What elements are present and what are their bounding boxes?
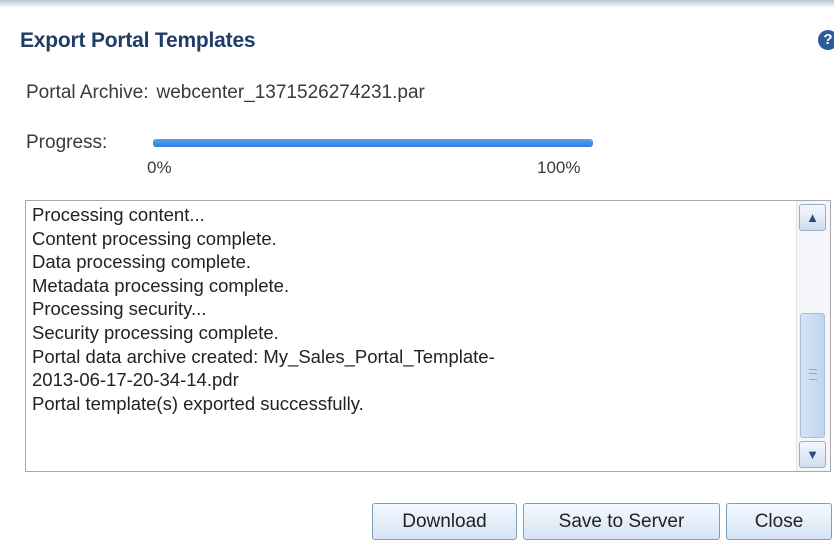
log-line: 2013-06-17-20-34-14.pdr xyxy=(32,369,239,391)
download-button[interactable]: Download xyxy=(372,503,517,540)
log-line: Security processing complete. xyxy=(32,321,279,343)
dialog-title: Export Portal Templates xyxy=(20,29,256,52)
log-line: Data processing complete. xyxy=(32,251,252,273)
portal-archive-value: webcenter_1371526274231.par xyxy=(156,82,425,103)
log-line: Processing content... xyxy=(32,204,205,225)
log-text: Processing content... Content processing… xyxy=(32,203,794,415)
log-line: Processing security... xyxy=(32,298,207,320)
scrollbar-thumb[interactable] xyxy=(800,313,825,438)
portal-archive-row: Portal Archive: webcenter_1371526274231.p… xyxy=(26,82,425,104)
log-line: Content processing complete. xyxy=(32,227,277,249)
log-line: Portal template(s) exported successfully… xyxy=(32,392,364,414)
grip-icon xyxy=(809,369,817,380)
progress-bar-fill xyxy=(153,139,593,147)
save-to-server-button[interactable]: Save to Server xyxy=(523,503,720,540)
portal-archive-label: Portal Archive: xyxy=(26,82,149,103)
scroll-down-icon[interactable]: ▼ xyxy=(799,441,826,468)
progress-min-label: 0% xyxy=(147,158,172,177)
log-line: Portal data archive created: My_Sales_Po… xyxy=(32,345,495,367)
close-button[interactable]: Close xyxy=(726,503,832,540)
log-line: Metadata processing complete. xyxy=(32,274,290,296)
help-icon[interactable]: ? xyxy=(818,30,834,50)
progress-max-label: 100% xyxy=(537,158,581,177)
log-textarea[interactable]: Processing content... Content processing… xyxy=(25,200,831,472)
progress-label: Progress: xyxy=(26,132,108,153)
scroll-up-icon[interactable]: ▲ xyxy=(799,204,826,231)
top-border xyxy=(0,0,834,8)
progress-bar xyxy=(153,139,593,147)
log-scrollbar[interactable]: ▲ ▼ xyxy=(796,201,830,471)
